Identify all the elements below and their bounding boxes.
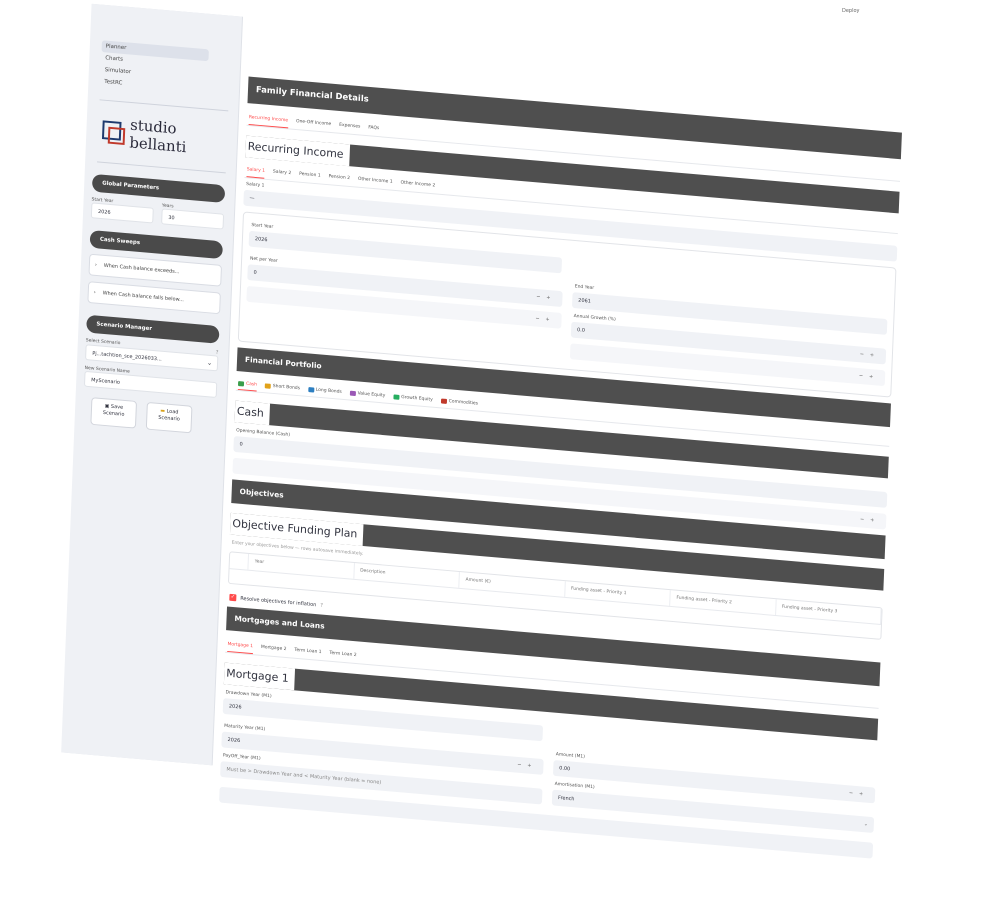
expander-label: When Cash balance falls below... [102,290,184,304]
tab-salary-1[interactable]: Salary 1 [246,163,266,179]
commodity-icon [440,397,447,404]
load-scenario-button[interactable]: ▬ Load Scenario [145,401,193,434]
tab-salary-2[interactable]: Salary 2 [273,166,292,180]
sprout-icon [393,393,400,400]
chart-icon [349,390,356,396]
deploy-button[interactable]: Deploy [842,8,860,14]
chevron-down-icon: ⌄ [206,359,213,367]
tab-mortgage-1[interactable]: Mortgage 1 [227,638,254,655]
tab-term-loan-1[interactable]: Term Loan 1 [294,644,322,659]
tab-faqs[interactable]: FAQs [368,121,379,135]
stepper-icon[interactable]: −+ [536,289,557,306]
tab-commodities[interactable]: Commodities [440,395,479,410]
tab-expenses[interactable]: Expenses [339,119,361,134]
tab-mortgage-2[interactable]: Mortgage 2 [261,641,287,656]
chevron-down-icon: ⌄ [863,821,869,828]
tab-one-off-income[interactable]: One-Off Income [296,115,332,131]
chevron-right-icon: › [94,262,97,269]
brand-logo: studio bellanti [101,112,238,161]
app-stage: Planner Charts Simulator TestRC studio b… [15,0,983,900]
sidebar: Planner Charts Simulator TestRC studio b… [61,3,243,766]
cash-icon [237,380,245,387]
sidebar-nav: Planner Charts Simulator TestRC [88,4,242,100]
logo-text: studio bellanti [129,115,187,157]
sidebar-divider [99,99,229,112]
stepper-icon[interactable]: −+ [517,757,538,774]
tab-growth-equity[interactable]: Growth Equity [393,390,433,405]
load-label-line1: Load [166,408,179,416]
tab-other-income-2[interactable]: Other Income 2 [400,177,435,193]
tab-long-bonds[interactable]: Long Bonds [307,383,342,398]
tab-other-income-1[interactable]: Other Income 1 [358,173,393,189]
scenario-select-value: Pj...tachtion_sce_2026033... [92,350,162,363]
main-content: Family Financial Details Recurring Incom… [219,76,902,865]
stepper-icon[interactable]: −+ [535,311,556,328]
save-scenario-button[interactable]: ▣ Save Scenario [90,397,138,429]
expander-label: When Cash balance exceeds... [103,262,180,276]
sidebar-divider [97,161,226,174]
save-icon: ▣ [104,403,110,410]
logo-icon [101,120,126,145]
checkbox-checked-icon[interactable]: ✓ [229,593,237,602]
sweep-exceeds-expander[interactable]: › When Cash balance exceeds... [88,253,223,287]
tab-short-bonds[interactable]: Short Bonds [264,379,301,394]
load-label-line2: Scenario [158,414,180,423]
stepper-icon[interactable]: −+ [860,512,881,529]
building-icon [307,386,314,392]
chevron-right-icon: › [93,289,96,296]
help-icon[interactable]: ? [320,602,323,608]
tab-recurring-income[interactable]: Recurring Income [248,111,289,129]
stepper-icon[interactable]: −+ [849,785,870,802]
folder-icon: ▬ [160,407,166,415]
stepper-icon[interactable]: −+ [859,346,880,363]
save-label-line2: Scenario [102,409,125,418]
tab-pension-1[interactable]: Pension 1 [299,168,321,183]
tab-pension-2[interactable]: Pension 2 [328,170,350,185]
bond-icon [264,382,271,389]
save-label-line1: Save [110,403,124,411]
row-index-header [229,552,250,570]
tab-value-equity[interactable]: Value Equity [349,387,385,402]
tab-term-loan-2[interactable]: Term Loan 2 [329,647,357,662]
tab-cash[interactable]: Cash [237,377,258,392]
stepper-icon[interactable]: −+ [859,368,880,385]
